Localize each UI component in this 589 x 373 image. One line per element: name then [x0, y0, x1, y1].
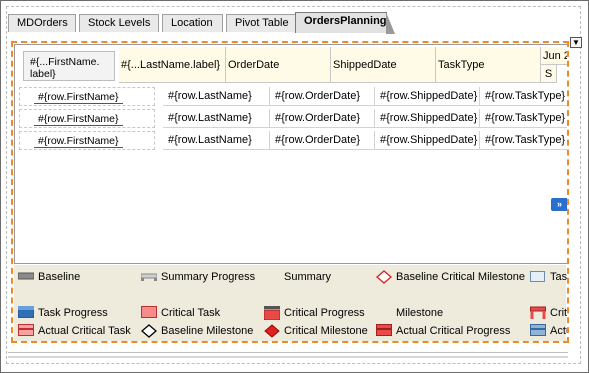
tab-ordersplanning[interactable]: OrdersPlanning	[295, 12, 395, 34]
critical-task-swatch-icon	[141, 306, 157, 319]
cell-task-type: #{row.TaskType}	[480, 109, 567, 128]
header-timeline-month: Jun 2	[541, 47, 568, 65]
scroll-right-icon[interactable]: »	[551, 198, 567, 211]
cell-shipped-date: #{row.ShippedDate}	[375, 87, 480, 106]
cell-last-name: #{row.LastName}	[163, 109, 270, 128]
tab-stock-levels[interactable]: Stock Levels	[79, 14, 159, 32]
actual-critical-task-swatch-icon	[18, 324, 34, 337]
summary-progress-swatch-icon	[140, 270, 158, 282]
horizontal-scrollbar[interactable]	[8, 356, 568, 358]
baseline-swatch-icon	[17, 270, 35, 282]
header-first-name-label: #{...FirstName. label}	[30, 56, 100, 80]
legend-item-critical-task: Critical Task	[141, 305, 220, 321]
cell-shipped-date: #{row.ShippedDate}	[375, 109, 480, 128]
divider	[8, 352, 568, 353]
tab-label: MDOrders	[17, 17, 68, 29]
legend-item-actual: Actu	[530, 323, 567, 339]
legend-item-critical-milestone: Critical Milestone	[264, 323, 368, 339]
legend-label: Task Progress	[38, 307, 108, 319]
header-last-name[interactable]: #{...LastName.label}	[119, 47, 226, 83]
task-swatch-icon	[530, 270, 546, 283]
legend-label: Summary Progress	[161, 271, 256, 283]
legend-label: Baseline	[38, 271, 81, 283]
legend-label: Actual Critical Task	[38, 325, 131, 337]
legend-item-task-progress: Task Progress	[17, 305, 108, 321]
header-label: Jun 2	[543, 50, 568, 62]
gantt-legend: Baseline Summary Progress Summary Baseli…	[14, 265, 569, 341]
cell-order-date: #{row.OrderDate}	[270, 109, 375, 128]
legend-item-task: Tas	[530, 269, 567, 285]
legend-item-actual-critical-task: Actual Critical Task	[18, 323, 131, 339]
cell-first-name-label: #{row.FirstName}	[34, 91, 123, 104]
header-task-type[interactable]: TaskType	[436, 47, 541, 83]
cell-order-date: #{row.OrderDate}	[270, 131, 375, 150]
task-progress-swatch-icon	[17, 305, 35, 319]
cell-first-name: #{row.FirstName}	[19, 131, 155, 150]
header-shipped-date[interactable]: ShippedDate	[331, 47, 436, 83]
cell-order-date: #{row.OrderDate}	[270, 87, 375, 106]
header-timeline-day: S	[541, 65, 557, 83]
tab-pivot-table[interactable]: Pivot Table	[226, 14, 296, 32]
header-label: #{...LastName.label}	[121, 59, 221, 71]
tab-strip: MDOrders Stock Levels Location Pivot Tab…	[8, 12, 568, 34]
cell-first-name: #{row.FirstName}	[19, 87, 155, 106]
legend-label: Actu	[550, 325, 567, 337]
chevron-down-icon[interactable]: ▼	[570, 37, 582, 48]
legend-label: Critical Task	[161, 307, 221, 319]
header-label: ShippedDate	[333, 59, 397, 71]
gantt-chart: #{...FirstName. label} #{...LastName.lab…	[14, 44, 568, 264]
cell-shipped-date: #{row.ShippedDate}	[375, 131, 480, 150]
legend-item-critical: Criti	[530, 305, 569, 321]
cell-last-name: #{row.LastName}	[163, 131, 270, 150]
gantt-panel: #{...FirstName. label} #{...LastName.lab…	[11, 41, 569, 343]
legend-label: Criti	[550, 307, 569, 319]
cell-first-name-label: #{row.FirstName}	[34, 135, 123, 148]
header-label: S	[544, 68, 553, 80]
baseline-milestone-swatch-icon	[141, 324, 157, 338]
cell-first-name-label: #{row.FirstName}	[34, 113, 123, 126]
critical-swatch-icon	[530, 306, 546, 320]
header-label: TaskType	[438, 59, 485, 71]
tab-label: Location	[171, 17, 213, 29]
header-first-name[interactable]: #{...FirstName. label}	[23, 51, 115, 81]
legend-item-baseline-critical-milestone: Baseline Critical Milestone	[376, 269, 525, 285]
header-order-date[interactable]: OrderDate	[226, 47, 331, 83]
cell-task-type: #{row.TaskType}	[480, 131, 567, 150]
legend-label: Critical Progress	[284, 307, 365, 319]
legend-item-baseline: Baseline	[17, 269, 81, 285]
legend-item-critical-progress: Critical Progress	[263, 305, 365, 321]
tab-fold-decoration	[386, 12, 395, 34]
cell-last-name: #{row.LastName}	[163, 87, 270, 106]
tab-mdorders[interactable]: MDOrders	[8, 14, 76, 32]
actual-swatch-icon	[530, 324, 546, 337]
legend-label: Critical Milestone	[284, 325, 368, 337]
legend-item-baseline-milestone: Baseline Milestone	[141, 323, 253, 339]
critical-milestone-swatch-icon	[264, 324, 280, 338]
tab-label: Stock Levels	[88, 17, 151, 29]
header-label: OrderDate	[228, 59, 280, 71]
baseline-critical-milestone-swatch-icon	[376, 270, 392, 284]
legend-label: Baseline Milestone	[161, 325, 254, 337]
cell-first-name: #{row.FirstName}	[19, 109, 155, 128]
legend-item-actual-critical-progress: Actual Critical Progress	[376, 323, 510, 339]
legend-item-summary: Summary	[284, 269, 331, 285]
tab-label: Pivot Table	[235, 17, 289, 29]
legend-item-summary-progress: Summary Progress	[140, 269, 256, 285]
critical-progress-swatch-icon	[263, 306, 281, 321]
actual-critical-progress-swatch-icon	[376, 324, 392, 337]
tab-location[interactable]: Location	[162, 14, 223, 32]
legend-label: Tas	[550, 271, 568, 283]
tab-label: OrdersPlanning	[304, 15, 387, 27]
legend-label: Actual Critical Progress	[396, 325, 511, 337]
legend-item-milestone: Milestone	[396, 305, 443, 321]
legend-label: Summary	[284, 271, 332, 283]
legend-label: Baseline Critical Milestone	[396, 271, 525, 283]
cell-task-type: #{row.TaskType}	[480, 87, 567, 106]
legend-label: Milestone	[396, 307, 444, 319]
